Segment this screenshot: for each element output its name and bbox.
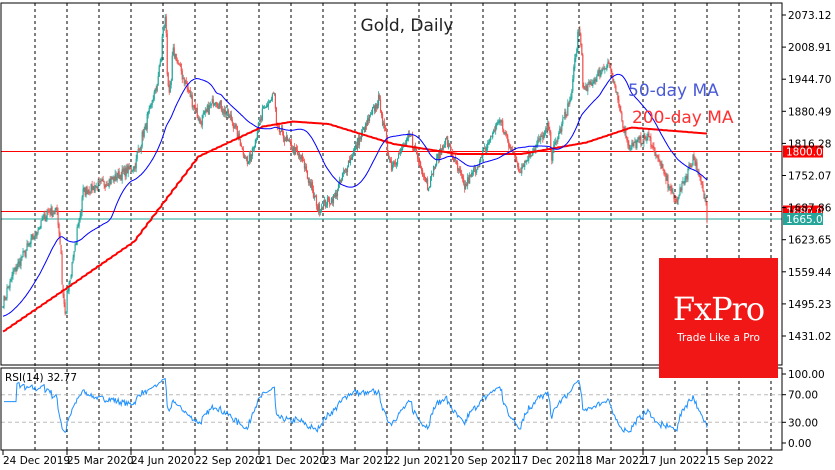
price-tick-label: 1687.86 bbox=[788, 203, 832, 215]
price-tick-label: 1880.49 bbox=[788, 106, 831, 118]
date-tick-label: 24 Dec 2019 bbox=[3, 455, 70, 467]
date-tick-label: 18 Mar 2022 bbox=[579, 455, 646, 467]
price-tick-label: 2073.12 bbox=[788, 10, 831, 22]
fxpro-logo: FxPro Trade Like a Pro bbox=[659, 258, 778, 378]
ma200-label: 200-day MA bbox=[632, 108, 734, 128]
price-tick-label: 1623.65 bbox=[788, 235, 831, 247]
date-tick-label: 22 Jun 2021 bbox=[387, 455, 450, 467]
gold-daily-chart: 1800.001680.001665.06 2073.12 2008.91 1944… bbox=[0, 2, 832, 467]
logo-tagline: Trade Like a Pro bbox=[677, 332, 760, 344]
grid bbox=[1, 3, 782, 450]
chart-title: Gold, Daily bbox=[361, 16, 454, 36]
price-axis: 2073.12 2008.91 1944.70 1880.49 1816.28 1752.… bbox=[782, 10, 832, 450]
level-label: 1665.06 bbox=[786, 214, 830, 226]
horizontal-levels: 1800.001680.001665.06 bbox=[1, 145, 830, 226]
date-tick-label: 24 Jun 2020 bbox=[131, 455, 194, 467]
price-tick-label: 1495.23 bbox=[788, 299, 831, 311]
price-tick-label: 1752.07 bbox=[788, 171, 831, 183]
date-tick-label: 17 Dec 2021 bbox=[515, 455, 582, 467]
rsi-label: RSI(14) 32.77 bbox=[5, 372, 77, 384]
date-axis: 24 Dec 201925 Mar 202024 Jun 2020 22 Sep … bbox=[2, 450, 774, 467]
logo-name: FxPro bbox=[672, 290, 765, 328]
date-tick-label: 21 Dec 2020 bbox=[259, 455, 326, 467]
date-tick-label: 20 Sep 2021 bbox=[451, 455, 518, 467]
date-tick-label: 17 Jun 2022 bbox=[643, 455, 706, 467]
rsi-tick-label: 30.00 bbox=[788, 417, 818, 429]
date-tick-label: 22 Sep 2020 bbox=[195, 455, 262, 467]
date-tick-label: 23 Mar 2021 bbox=[323, 455, 390, 467]
date-tick-label: 25 Mar 2020 bbox=[67, 455, 134, 467]
rsi-panel-frame bbox=[0, 367, 783, 451]
date-tick-label: 15 Sep 2022 bbox=[707, 455, 774, 467]
rsi-tick-label: 0.00 bbox=[788, 438, 811, 450]
rsi-tick-label: 100.00 bbox=[788, 369, 825, 381]
ma50-label: 50-day MA bbox=[628, 81, 719, 101]
rsi-tick-label: 70.00 bbox=[788, 390, 818, 402]
price-tick-label: 1816.28 bbox=[788, 138, 831, 150]
price-tick-label: 1944.70 bbox=[788, 74, 831, 86]
price-tick-label: 1431.02 bbox=[788, 331, 831, 343]
price-tick-label: 1559.44 bbox=[788, 267, 832, 279]
price-tick-label: 2008.91 bbox=[788, 42, 831, 54]
